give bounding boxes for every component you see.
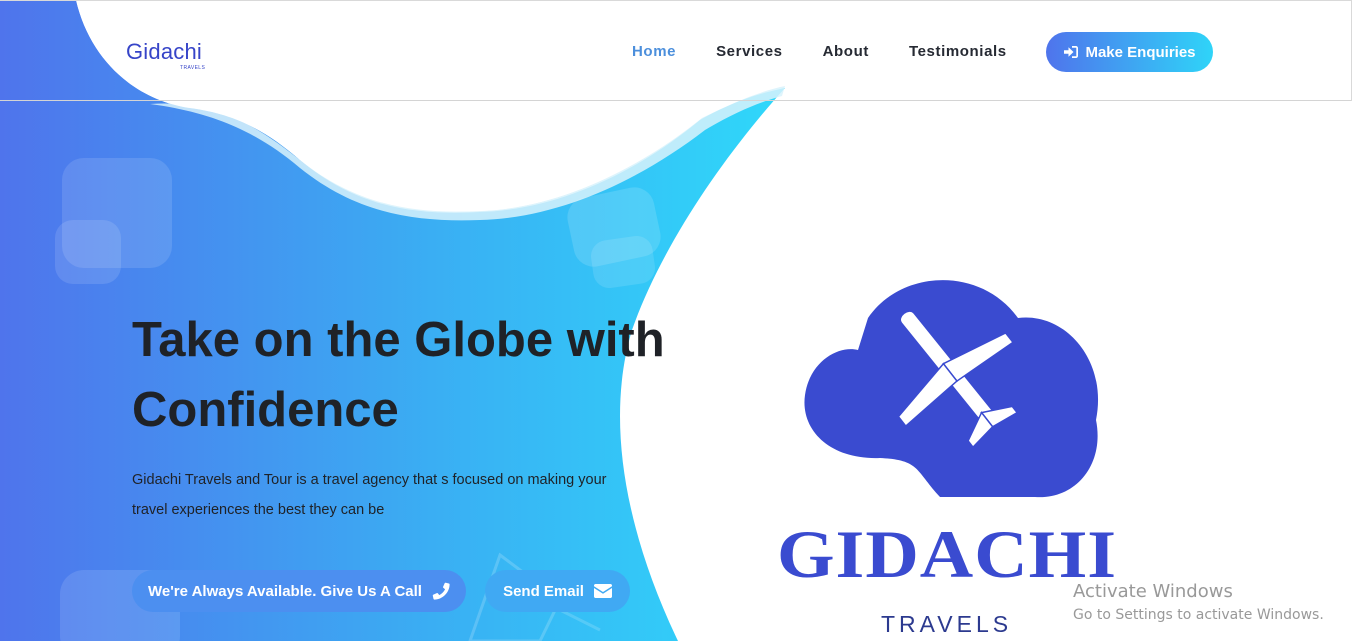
nav-item-testimonials[interactable]: Testimonials: [909, 43, 1007, 61]
send-email-button[interactable]: Send Email: [485, 570, 630, 612]
logo-subtitle: TRAVELS: [881, 611, 1013, 637]
brand-subtitle: TRAVELS: [180, 65, 206, 71]
hero-title: Take on the Globe with Confidence: [132, 305, 692, 445]
phone-icon: [432, 582, 450, 600]
nav-item-services[interactable]: Services: [716, 43, 783, 61]
sign-in-icon: [1064, 46, 1079, 58]
make-enquiries-label: Make Enquiries: [1085, 43, 1196, 61]
nav-item-about[interactable]: About: [823, 43, 869, 61]
site-header: Gidachi TRAVELS Home Services About Test…: [0, 0, 1352, 101]
send-email-label: Send Email: [503, 582, 584, 600]
call-button[interactable]: We're Always Available. Give Us A Call: [132, 570, 466, 612]
brand-logo[interactable]: Gidachi TRAVELS: [126, 39, 205, 71]
watermark-subtitle: Go to Settings to activate Windows.: [1073, 607, 1324, 623]
main-nav: Home Services About Testimonials: [632, 43, 1047, 61]
hero-title-line-2: Confidence: [132, 383, 399, 437]
call-button-label: We're Always Available. Give Us A Call: [148, 582, 422, 600]
brand-name: Gidachi: [126, 39, 202, 64]
watermark-title: Activate Windows: [1073, 581, 1233, 602]
envelope-icon: [593, 584, 612, 598]
make-enquiries-button[interactable]: Make Enquiries: [1046, 32, 1213, 72]
nav-item-home[interactable]: Home: [632, 43, 676, 61]
windows-activation-watermark: Activate Windows Go to Settings to activ…: [1073, 580, 1324, 626]
hero-title-line-1: Take on the Globe with: [132, 313, 665, 367]
hero-description: Gidachi Travels and Tour is a travel age…: [132, 472, 607, 518]
